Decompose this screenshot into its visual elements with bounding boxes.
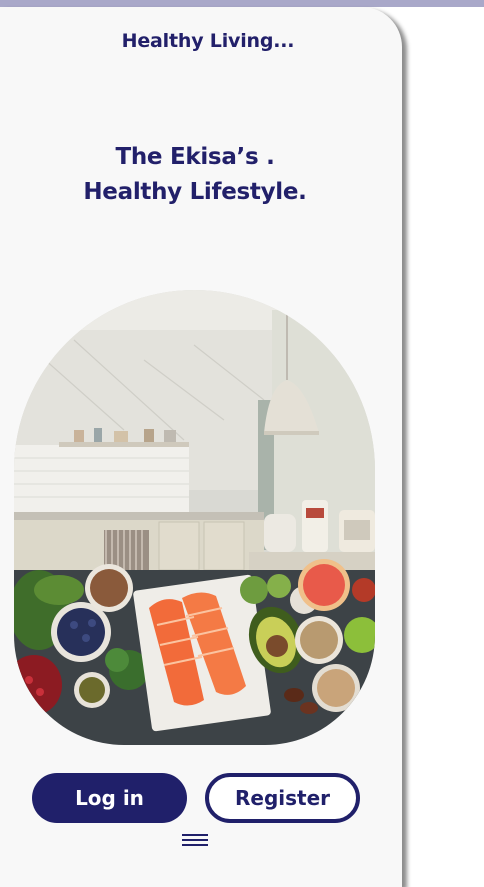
hero-headline: The Ekisa’s . Healthy Lifestyle. [0,140,390,210]
hamburger-menu-icon[interactable] [182,834,208,848]
login-button[interactable]: Log in [32,773,187,823]
headline-line-2: Healthy Lifestyle. [83,179,307,205]
app-title: Healthy Living... [121,30,295,52]
hero-image [14,290,375,745]
headline-line-1: The Ekisa’s . [115,144,275,170]
top-accent-bar [0,0,484,7]
register-button[interactable]: Register [205,773,360,823]
